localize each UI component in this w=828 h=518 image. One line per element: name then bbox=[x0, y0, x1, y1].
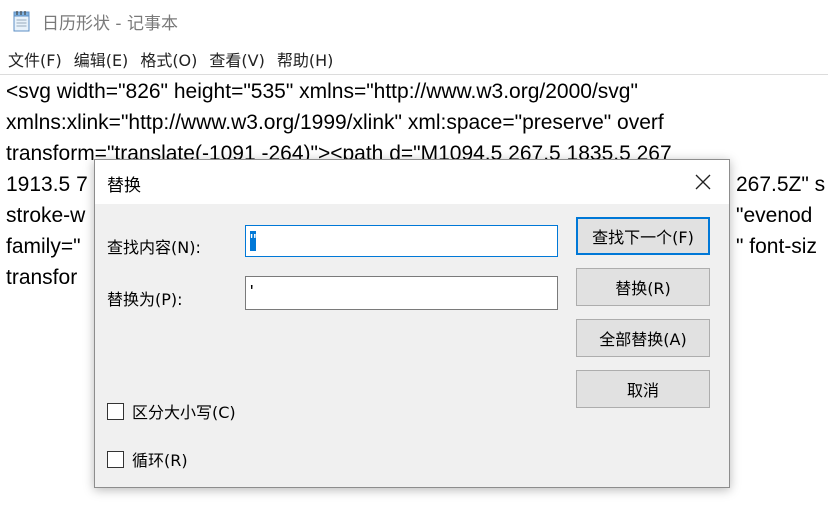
editor-line-fragment: " font-siz bbox=[736, 235, 817, 258]
editor-line: stroke-w bbox=[6, 204, 86, 227]
editor-line: <svg width="826" height="535" xmlns="htt… bbox=[6, 80, 638, 103]
close-button[interactable] bbox=[681, 164, 725, 200]
notepad-icon bbox=[13, 11, 30, 32]
editor-line: xmlns:xlink="http://www.w3.org/1999/xlin… bbox=[6, 111, 664, 134]
dialog-title: 替换 bbox=[107, 176, 141, 196]
replace-label: 替换为(P): bbox=[107, 290, 183, 309]
editor-line-fragment: 267.5Z" s bbox=[736, 173, 826, 196]
replace-button[interactable]: 替换(R) bbox=[576, 268, 710, 306]
find-next-button[interactable]: 查找下一个(F) bbox=[576, 217, 710, 255]
find-label: 查找内容(N): bbox=[107, 238, 201, 257]
wrap-around-label: 循环(R) bbox=[132, 451, 188, 470]
editor-line: 1913.5 7 bbox=[6, 173, 88, 196]
find-input[interactable]: " bbox=[245, 225, 558, 257]
editor-line: family=" bbox=[6, 235, 81, 258]
wrap-around-checkbox[interactable]: 循环(R) bbox=[107, 447, 188, 471]
replace-input-value: ' bbox=[250, 282, 254, 302]
menu-format[interactable]: 格式(O) bbox=[136, 47, 201, 71]
find-input-value: " bbox=[250, 231, 257, 251]
menu-bar: 文件(F) 编辑(E) 格式(O) 查看(V) 帮助(H) bbox=[0, 46, 828, 72]
menu-file[interactable]: 文件(F) bbox=[4, 47, 66, 71]
window-titlebar: 日历形状 - 记事本 bbox=[0, 0, 828, 42]
replace-all-button[interactable]: 全部替换(A) bbox=[576, 319, 710, 357]
dialog-titlebar: 替换 bbox=[95, 160, 729, 204]
match-case-checkbox[interactable]: 区分大小写(C) bbox=[107, 399, 236, 423]
match-case-label: 区分大小写(C) bbox=[132, 403, 236, 422]
close-icon bbox=[695, 174, 711, 190]
editor-line-fragment: "evenod bbox=[736, 204, 813, 227]
checkbox-box bbox=[107, 402, 124, 420]
editor-line: transfor bbox=[6, 266, 78, 289]
menu-edit[interactable]: 编辑(E) bbox=[70, 47, 133, 71]
window-title: 日历形状 - 记事本 bbox=[42, 14, 178, 34]
checkbox-box bbox=[107, 450, 124, 468]
replace-input[interactable]: ' bbox=[245, 276, 558, 310]
menu-help[interactable]: 帮助(H) bbox=[273, 47, 338, 71]
cancel-button[interactable]: 取消 bbox=[576, 370, 710, 408]
replace-dialog: 替换 查找内容(N): " 替换为(P): ' 查找下一个(F) 替换(R) 全… bbox=[94, 159, 730, 488]
menu-view[interactable]: 查看(V) bbox=[205, 47, 268, 71]
